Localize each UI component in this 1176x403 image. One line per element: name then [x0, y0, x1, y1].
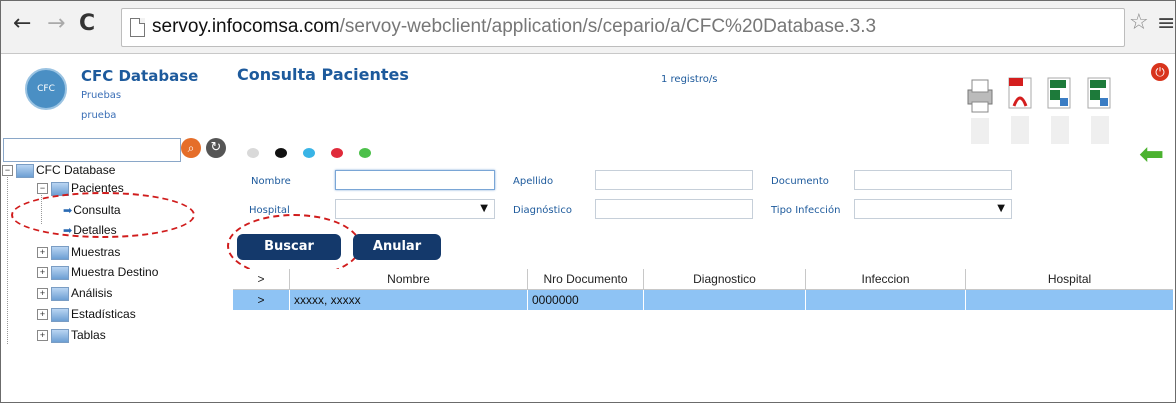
cell-diagnostico — [643, 290, 805, 310]
tree-search-input[interactable] — [3, 138, 181, 162]
expand-icon[interactable]: + — [37, 330, 48, 342]
browser-toolbar: ← → C servoy.infocomsa.com/servoy-webcli… — [1, 1, 1175, 54]
nombre-input[interactable] — [335, 170, 495, 190]
diagnostico-input[interactable] — [595, 199, 753, 219]
diagnostico-label: Diagnóstico — [513, 205, 572, 216]
refresh-icon[interactable]: ↻ — [206, 138, 226, 158]
back-arrow-icon[interactable]: ← — [13, 13, 31, 35]
chevron-down-icon: ▼ — [997, 203, 1005, 214]
page-title: Consulta Pacientes — [237, 65, 409, 84]
hospital-label: Hospital — [249, 205, 290, 216]
search-icon[interactable]: ⌕ — [181, 138, 201, 158]
tree-item-muestras[interactable]: + Muestras — [37, 244, 120, 260]
folder-icon — [51, 307, 69, 322]
tree-item-label: CFC Database — [36, 163, 116, 177]
tree-guide-line — [7, 172, 8, 344]
bookmark-star-icon[interactable]: ☆ — [1129, 12, 1149, 34]
back-arrow-icon[interactable]: ⬅ — [1139, 140, 1164, 170]
expand-icon[interactable]: + — [37, 288, 48, 300]
expand-icon[interactable]: + — [37, 309, 48, 321]
database-icon — [16, 163, 34, 178]
browser-menu-icon[interactable]: ≡ — [1157, 13, 1175, 35]
cell-documento: 0000000 — [527, 290, 643, 310]
tree-item-label: Tablas — [71, 328, 106, 342]
table-row[interactable]: > xxxxx, xxxxx 0000000 — [233, 290, 1173, 310]
expand-icon[interactable]: + — [37, 247, 48, 259]
folder-icon — [51, 265, 69, 280]
grey-dot-icon[interactable] — [247, 148, 259, 158]
apellido-label: Apellido — [513, 176, 554, 187]
tree-item-label: Muestra Destino — [71, 265, 159, 279]
column-header[interactable]: Nombre — [289, 269, 527, 289]
tree-item-label: Muestras — [71, 245, 121, 259]
app-subtitle-1: Pruebas — [81, 90, 122, 101]
tipo-infeccion-label: Tipo Infección — [771, 205, 841, 216]
reload-icon[interactable]: C — [79, 13, 95, 35]
column-header[interactable]: Hospital — [965, 269, 1173, 289]
app-title: CFC Database — [81, 67, 199, 85]
print-icon[interactable] — [965, 76, 995, 148]
tree-item-label: Análisis — [71, 286, 113, 300]
documento-label: Documento — [771, 176, 829, 187]
tree-item-muestra-destino[interactable]: + Muestra Destino — [37, 264, 158, 280]
tree-item-analisis[interactable]: + Análisis — [37, 285, 112, 301]
blue-dot-icon[interactable] — [303, 148, 315, 158]
apellido-input[interactable] — [595, 170, 753, 190]
tipo-infeccion-select[interactable]: ▼ — [854, 199, 1012, 219]
cell-hospital — [965, 290, 1173, 310]
pdf-icon[interactable] — [1005, 76, 1035, 148]
address-bar[interactable]: servoy.infocomsa.com/servoy-webclient/ap… — [121, 8, 1125, 47]
app-subtitle-2: prueba — [81, 110, 117, 121]
cell-infeccion — [805, 290, 965, 310]
url-path: /servoy-webclient/application/s/cepario/… — [339, 16, 877, 37]
column-header[interactable]: Infeccion — [805, 269, 965, 289]
folder-icon — [51, 286, 69, 301]
collapse-icon[interactable]: − — [37, 183, 48, 195]
black-dot-icon[interactable] — [275, 148, 287, 158]
app-logo: CFC — [25, 68, 67, 110]
column-header[interactable]: Diagnostico — [643, 269, 805, 289]
app-content: CFC CFC Database Pruebas prueba ⌕ ↻ − CFC… — [1, 54, 1175, 402]
tree-item-tablas[interactable]: + Tablas — [37, 327, 106, 343]
table-header: > Nombre Nro Documento Diagnostico Infec… — [233, 269, 1173, 290]
column-header[interactable]: > — [233, 269, 289, 289]
red-dot-icon[interactable] — [331, 148, 343, 158]
expand-icon[interactable]: + — [37, 267, 48, 279]
column-header[interactable]: Nro Documento — [527, 269, 643, 289]
forward-arrow-icon[interactable]: → — [47, 13, 65, 35]
page-icon — [130, 18, 145, 37]
collapse-icon[interactable]: − — [2, 165, 13, 177]
anular-button[interactable]: Anular — [353, 234, 441, 260]
xls-icon[interactable] — [1045, 76, 1075, 148]
cell-nombre: xxxxx, xxxxx — [289, 290, 527, 310]
power-icon[interactable]: ⏻ — [1151, 63, 1169, 81]
green-dot-icon[interactable] — [359, 148, 371, 158]
tree-item-estadisticas[interactable]: + Estadísticas — [37, 306, 136, 322]
row-selector[interactable]: > — [233, 290, 289, 310]
csv-icon[interactable] — [1085, 76, 1115, 148]
folder-icon — [51, 245, 69, 260]
tree-item-label: Estadísticas — [71, 307, 136, 321]
tree-item-root[interactable]: − CFC Database — [2, 162, 115, 178]
annotation-ellipse-consulta — [11, 192, 195, 238]
url-host: servoy.infocomsa.com — [152, 16, 340, 37]
url-text[interactable]: servoy.infocomsa.com/servoy-webclient/ap… — [152, 16, 876, 38]
record-count: 1 registro/s — [661, 74, 718, 85]
documento-input[interactable] — [854, 170, 1012, 190]
chevron-down-icon: ▼ — [480, 203, 488, 214]
folder-icon — [51, 328, 69, 343]
nombre-label: Nombre — [251, 176, 291, 187]
hospital-select[interactable]: ▼ — [335, 199, 495, 219]
buscar-button[interactable]: Buscar — [237, 234, 341, 260]
